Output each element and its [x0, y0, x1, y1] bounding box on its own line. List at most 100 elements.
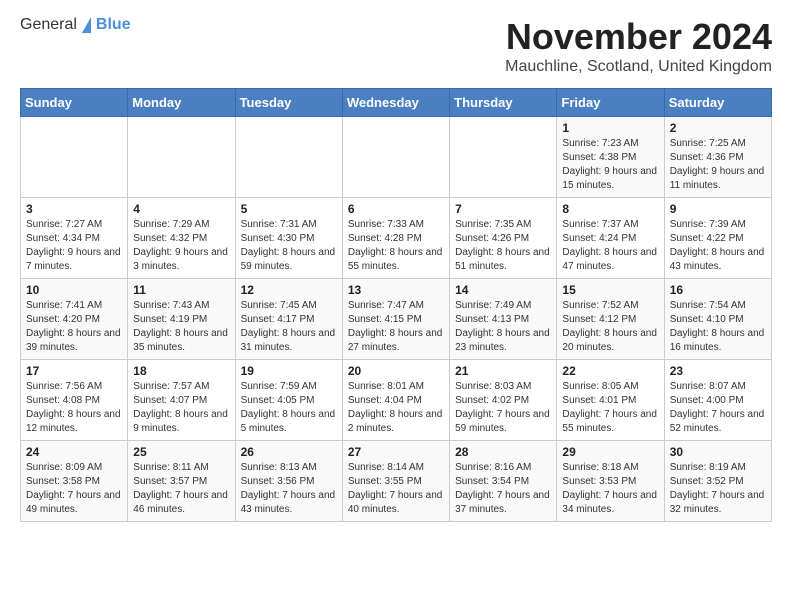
day-number: 10: [26, 283, 122, 297]
logo-triangle-icon: [82, 17, 91, 33]
day-info: Sunrise: 8:07 AM Sunset: 4:00 PM Dayligh…: [670, 380, 766, 436]
day-number: 20: [348, 364, 444, 378]
logo-general: General: [20, 16, 77, 34]
day-info: Sunrise: 7:41 AM Sunset: 4:20 PM Dayligh…: [26, 299, 122, 355]
day-number: 12: [241, 283, 337, 297]
day-number: 16: [670, 283, 766, 297]
day-info: Sunrise: 8:05 AM Sunset: 4:01 PM Dayligh…: [562, 380, 658, 436]
day-number: 13: [348, 283, 444, 297]
day-number: 18: [133, 364, 229, 378]
day-info: Sunrise: 7:47 AM Sunset: 4:15 PM Dayligh…: [348, 299, 444, 355]
day-cell: 8 Sunrise: 7:37 AM Sunset: 4:24 PM Daylig…: [557, 198, 664, 279]
day-info: Sunrise: 8:11 AM Sunset: 3:57 PM Dayligh…: [133, 461, 229, 517]
day-number: 26: [241, 445, 337, 459]
day-cell: 18 Sunrise: 7:57 AM Sunset: 4:07 PM Dayli…: [128, 360, 235, 441]
day-cell: 2Sunrise: 7:25 AM Sunset: 4:36 PM Daylig…: [664, 117, 771, 198]
day-cell: 10 Sunrise: 7:41 AM Sunset: 4:20 PM Dayli…: [21, 279, 128, 360]
day-cell: 20 Sunrise: 8:01 AM Sunset: 4:04 PM Dayli…: [342, 360, 449, 441]
day-info: Sunrise: 8:16 AM Sunset: 3:54 PM Dayligh…: [455, 461, 551, 517]
header-tuesday: Tuesday: [235, 89, 342, 117]
day-number: 21: [455, 364, 551, 378]
day-info: Sunrise: 8:03 AM Sunset: 4:02 PM Dayligh…: [455, 380, 551, 436]
header-thursday: Thursday: [450, 89, 557, 117]
day-info: Sunrise: 8:09 AM Sunset: 3:58 PM Dayligh…: [26, 461, 122, 517]
day-number: 24: [26, 445, 122, 459]
day-info: Sunrise: 7:29 AM Sunset: 4:32 PM Dayligh…: [133, 218, 229, 274]
calendar-body: 1Sunrise: 7:23 AM Sunset: 4:38 PM Daylig…: [21, 117, 772, 522]
logo-blue-text: Blue: [96, 16, 131, 33]
day-number: 22: [562, 364, 658, 378]
day-number: 15: [562, 283, 658, 297]
day-number: 11: [133, 283, 229, 297]
day-number: 3: [26, 202, 122, 216]
day-cell: 27Sunrise: 8:14 AM Sunset: 3:55 PM Dayli…: [342, 441, 449, 522]
day-number: 19: [241, 364, 337, 378]
day-number: 9: [670, 202, 766, 216]
page: General Blue November 2024 Mauchline, Sc…: [0, 0, 792, 538]
day-number: 29: [562, 445, 658, 459]
day-cell: 4 Sunrise: 7:29 AM Sunset: 4:32 PM Daylig…: [128, 198, 235, 279]
day-cell: 1Sunrise: 7:23 AM Sunset: 4:38 PM Daylig…: [557, 117, 664, 198]
day-info: Sunrise: 7:56 AM Sunset: 4:08 PM Dayligh…: [26, 380, 122, 436]
day-info: Sunrise: 8:01 AM Sunset: 4:04 PM Dayligh…: [348, 380, 444, 436]
day-number: 27: [348, 445, 444, 459]
day-cell: 12 Sunrise: 7:45 AM Sunset: 4:17 PM Dayli…: [235, 279, 342, 360]
day-info: Sunrise: 7:33 AM Sunset: 4:28 PM Dayligh…: [348, 218, 444, 274]
header-sunday: Sunday: [21, 89, 128, 117]
day-cell: 14Sunrise: 7:49 AM Sunset: 4:13 PM Dayli…: [450, 279, 557, 360]
day-number: 8: [562, 202, 658, 216]
day-cell: [235, 117, 342, 198]
header-friday: Friday: [557, 89, 664, 117]
day-cell: 24 Sunrise: 8:09 AM Sunset: 3:58 PM Dayli…: [21, 441, 128, 522]
day-cell: 21 Sunrise: 8:03 AM Sunset: 4:02 PM Dayli…: [450, 360, 557, 441]
week-row-0: 1Sunrise: 7:23 AM Sunset: 4:38 PM Daylig…: [21, 117, 772, 198]
month-title: November 2024: [505, 16, 772, 58]
day-info: Sunrise: 7:27 AM Sunset: 4:34 PM Dayligh…: [26, 218, 122, 274]
day-info: Sunrise: 8:19 AM Sunset: 3:52 PM Dayligh…: [670, 461, 766, 517]
day-cell: 15Sunrise: 7:52 AM Sunset: 4:12 PM Dayli…: [557, 279, 664, 360]
day-cell: 30 Sunrise: 8:19 AM Sunset: 3:52 PM Dayli…: [664, 441, 771, 522]
day-cell: 9Sunrise: 7:39 AM Sunset: 4:22 PM Daylig…: [664, 198, 771, 279]
day-number: 30: [670, 445, 766, 459]
day-info: Sunrise: 7:54 AM Sunset: 4:10 PM Dayligh…: [670, 299, 766, 355]
title-block: November 2024 Mauchline, Scotland, Unite…: [505, 16, 772, 76]
day-info: Sunrise: 7:31 AM Sunset: 4:30 PM Dayligh…: [241, 218, 337, 274]
calendar-table: SundayMondayTuesdayWednesdayThursdayFrid…: [20, 88, 772, 522]
week-row-4: 24 Sunrise: 8:09 AM Sunset: 3:58 PM Dayli…: [21, 441, 772, 522]
location: Mauchline, Scotland, United Kingdom: [505, 58, 772, 76]
day-cell: 19Sunrise: 7:59 AM Sunset: 4:05 PM Dayli…: [235, 360, 342, 441]
day-info: Sunrise: 7:37 AM Sunset: 4:24 PM Dayligh…: [562, 218, 658, 274]
day-cell: 28 Sunrise: 8:16 AM Sunset: 3:54 PM Dayli…: [450, 441, 557, 522]
day-cell: 11Sunrise: 7:43 AM Sunset: 4:19 PM Dayli…: [128, 279, 235, 360]
day-number: 28: [455, 445, 551, 459]
day-cell: 6 Sunrise: 7:33 AM Sunset: 4:28 PM Daylig…: [342, 198, 449, 279]
calendar-header: SundayMondayTuesdayWednesdayThursdayFrid…: [21, 89, 772, 117]
day-number: 25: [133, 445, 229, 459]
day-cell: 17 Sunrise: 7:56 AM Sunset: 4:08 PM Dayli…: [21, 360, 128, 441]
day-cell: 29Sunrise: 8:18 AM Sunset: 3:53 PM Dayli…: [557, 441, 664, 522]
day-cell: 5Sunrise: 7:31 AM Sunset: 4:30 PM Daylig…: [235, 198, 342, 279]
day-number: 17: [26, 364, 122, 378]
day-cell: 16 Sunrise: 7:54 AM Sunset: 4:10 PM Dayli…: [664, 279, 771, 360]
day-cell: 7Sunrise: 7:35 AM Sunset: 4:26 PM Daylig…: [450, 198, 557, 279]
day-cell: 25 Sunrise: 8:11 AM Sunset: 3:57 PM Dayli…: [128, 441, 235, 522]
day-cell: 26 Sunrise: 8:13 AM Sunset: 3:56 PM Dayli…: [235, 441, 342, 522]
header-wednesday: Wednesday: [342, 89, 449, 117]
day-info: Sunrise: 8:13 AM Sunset: 3:56 PM Dayligh…: [241, 461, 337, 517]
day-number: 6: [348, 202, 444, 216]
day-cell: [128, 117, 235, 198]
logo: General Blue: [20, 16, 131, 34]
day-info: Sunrise: 7:25 AM Sunset: 4:36 PM Dayligh…: [670, 137, 766, 193]
header-row: SundayMondayTuesdayWednesdayThursdayFrid…: [21, 89, 772, 117]
day-info: Sunrise: 7:45 AM Sunset: 4:17 PM Dayligh…: [241, 299, 337, 355]
day-number: 4: [133, 202, 229, 216]
day-number: 14: [455, 283, 551, 297]
day-number: 23: [670, 364, 766, 378]
logo-blue: Blue: [96, 16, 131, 34]
header-monday: Monday: [128, 89, 235, 117]
day-cell: [450, 117, 557, 198]
header: General Blue November 2024 Mauchline, Sc…: [20, 16, 772, 76]
day-info: Sunrise: 7:57 AM Sunset: 4:07 PM Dayligh…: [133, 380, 229, 436]
week-row-3: 17 Sunrise: 7:56 AM Sunset: 4:08 PM Dayli…: [21, 360, 772, 441]
day-cell: 22 Sunrise: 8:05 AM Sunset: 4:01 PM Dayli…: [557, 360, 664, 441]
